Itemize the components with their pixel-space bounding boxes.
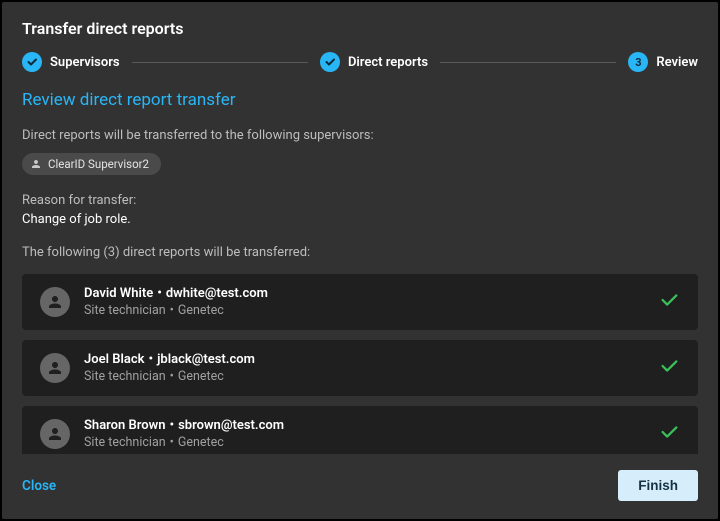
separator-dot: • (170, 418, 175, 433)
step-label: Review (656, 55, 698, 70)
report-secondary: Site technician • Genetec (84, 435, 644, 450)
person-icon (30, 158, 42, 170)
step-connector (440, 62, 616, 63)
report-info: Joel Black • jblack@test.com Site technici… (84, 352, 644, 384)
supervisors-intro: Direct reports will be transferred to th… (22, 128, 698, 143)
dialog-footer: Close Finish (2, 454, 718, 519)
step-review: 3 Review (628, 52, 698, 72)
report-email: sbrown@test.com (178, 418, 284, 433)
finish-button[interactable]: Finish (618, 470, 698, 501)
dialog-title: Transfer direct reports (22, 19, 698, 38)
report-info: Sharon Brown•sbrown@test.com Site techni… (84, 418, 644, 450)
check-icon (658, 421, 680, 447)
report-primary: Joel Black • jblack@test.com (84, 352, 644, 367)
report-secondary: Site technician • Genetec (84, 369, 644, 384)
dialog-content: Review direct report transfer Direct rep… (2, 90, 718, 454)
step-supervisors: Supervisors (22, 52, 120, 72)
close-button[interactable]: Close (22, 478, 56, 494)
avatar-icon (40, 287, 70, 317)
check-icon (658, 289, 680, 315)
separator-dot: • (170, 369, 174, 384)
report-org: Genetec (178, 369, 224, 384)
report-org: Genetec (178, 303, 224, 318)
section-title: Review direct report transfer (22, 90, 698, 110)
avatar-icon (40, 353, 70, 383)
supervisor-chip: ClearID Supervisor2 (22, 153, 161, 175)
reason-value: Change of job role. (22, 212, 698, 227)
report-role: Site technician (84, 435, 166, 450)
step-direct-reports: Direct reports (320, 52, 428, 72)
report-primary: David White • dwhite@test.com (84, 286, 644, 301)
list-item: Joel Black • jblack@test.com Site technici… (22, 340, 698, 396)
avatar-icon (40, 419, 70, 449)
step-number: 3 (635, 56, 641, 69)
report-name: Sharon Brown (84, 418, 166, 433)
stepper: Supervisors Direct reports 3 Review (2, 52, 718, 90)
step-number-icon: 3 (628, 52, 648, 72)
report-name: David White (84, 286, 153, 301)
separator-dot: • (170, 435, 174, 450)
reports-intro: The following (3) direct reports will be… (22, 245, 698, 260)
transfer-dialog: Transfer direct reports Supervisors Dire… (2, 2, 718, 519)
step-connector (132, 62, 308, 63)
report-org: Genetec (178, 435, 224, 450)
report-role: Site technician (84, 303, 166, 318)
step-label: Direct reports (348, 55, 428, 70)
list-item: Sharon Brown•sbrown@test.com Site techni… (22, 406, 698, 454)
supervisor-name: ClearID Supervisor2 (48, 157, 149, 171)
report-email: dwhite@test.com (166, 286, 268, 301)
separator-dot: • (157, 286, 162, 301)
list-item: David White • dwhite@test.com Site technic… (22, 274, 698, 330)
report-info: David White • dwhite@test.com Site technic… (84, 286, 644, 318)
report-name: Joel Black (84, 352, 144, 367)
separator-dot: • (148, 352, 153, 367)
report-primary: Sharon Brown •sbrown@test.com (84, 418, 644, 433)
separator-dot: • (170, 303, 174, 318)
check-icon (658, 355, 680, 381)
reports-list: David White • dwhite@test.com Site technic… (22, 274, 698, 454)
report-role: Site technician (84, 369, 166, 384)
step-label: Supervisors (50, 55, 120, 70)
check-circle-icon (320, 52, 340, 72)
dialog-header: Transfer direct reports (2, 2, 718, 52)
report-secondary: Site technician • Genetec (84, 303, 644, 318)
report-email: jblack@test.com (157, 352, 255, 367)
check-circle-icon (22, 52, 42, 72)
reason-label: Reason for transfer: (22, 193, 698, 208)
